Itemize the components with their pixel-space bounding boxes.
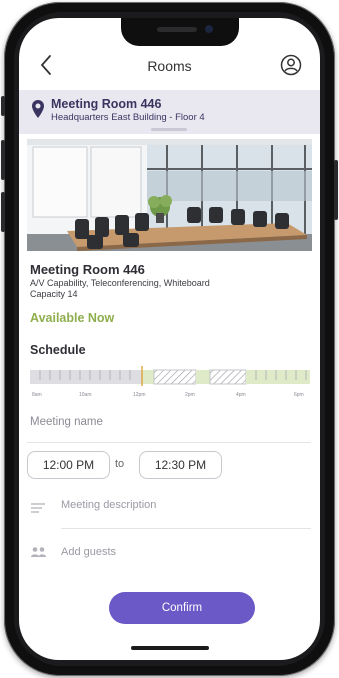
location-bar[interactable]: Meeting Room 446 Headquarters East Build… bbox=[19, 90, 320, 134]
add-guests-field[interactable]: Add guests bbox=[61, 546, 116, 558]
meeting-name-placeholder: Meeting name bbox=[30, 416, 103, 428]
booked-slot bbox=[209, 369, 247, 385]
app-screen: Rooms Meeting Room 446 Headquarters East… bbox=[19, 18, 320, 660]
room-capacity: Capacity 14 bbox=[30, 289, 78, 299]
room-features: A/V Capability, Teleconferencing, Whiteb… bbox=[30, 278, 210, 288]
tick-label: 6pm bbox=[294, 392, 304, 398]
location-subtitle: Headquarters East Building - Floor 4 bbox=[51, 112, 205, 123]
page-title: Rooms bbox=[147, 58, 192, 74]
front-camera bbox=[205, 25, 213, 33]
meeting-name-field[interactable]: Meeting name bbox=[27, 416, 311, 443]
end-time-picker[interactable]: 12:30 PM bbox=[139, 451, 222, 479]
location-name: Meeting Room 446 bbox=[51, 97, 162, 111]
home-indicator bbox=[131, 646, 209, 650]
power-button bbox=[334, 160, 338, 220]
phone-mockup: Rooms Meeting Room 446 Headquarters East… bbox=[0, 0, 339, 678]
room-photo bbox=[27, 139, 312, 251]
availability-status: Available Now bbox=[30, 311, 115, 325]
profile-button[interactable] bbox=[280, 54, 302, 76]
room-name: Meeting Room 446 bbox=[30, 262, 145, 277]
volume-up-button bbox=[1, 140, 5, 180]
meeting-description-field[interactable]: Meeting description bbox=[61, 499, 156, 511]
schedule-heading: Schedule bbox=[30, 343, 86, 357]
top-bar: Rooms bbox=[19, 48, 320, 88]
text-lines-icon bbox=[31, 503, 45, 513]
conference-room-image bbox=[27, 139, 312, 251]
speaker-grille bbox=[157, 27, 197, 32]
tick-label: 4pm bbox=[236, 392, 246, 398]
guests-icon bbox=[31, 547, 46, 557]
notch bbox=[121, 18, 239, 46]
drag-handle[interactable] bbox=[151, 128, 187, 131]
booked-slot bbox=[153, 369, 197, 385]
map-pin-icon bbox=[32, 100, 44, 118]
mute-switch bbox=[1, 96, 5, 116]
volume-down-button bbox=[1, 192, 5, 232]
to-label: to bbox=[115, 458, 125, 470]
user-circle-icon bbox=[280, 54, 302, 76]
start-time-picker[interactable]: 12:00 PM bbox=[27, 451, 110, 479]
tick-label: 8am bbox=[32, 392, 42, 398]
available-slot bbox=[142, 370, 154, 384]
available-slot bbox=[196, 370, 210, 384]
past-slot bbox=[30, 370, 142, 384]
schedule-bar: 8am 10am 12pm 2pm 4pm 6pm bbox=[30, 366, 310, 398]
confirm-button[interactable]: Confirm bbox=[109, 592, 255, 624]
tick-label: 10am bbox=[79, 392, 92, 398]
tick-label: 12pm bbox=[133, 392, 146, 398]
schedule-timeline[interactable]: 8am 10am 12pm 2pm 4pm 6pm bbox=[30, 362, 310, 402]
tick-label: 2pm bbox=[185, 392, 195, 398]
divider bbox=[61, 528, 311, 529]
